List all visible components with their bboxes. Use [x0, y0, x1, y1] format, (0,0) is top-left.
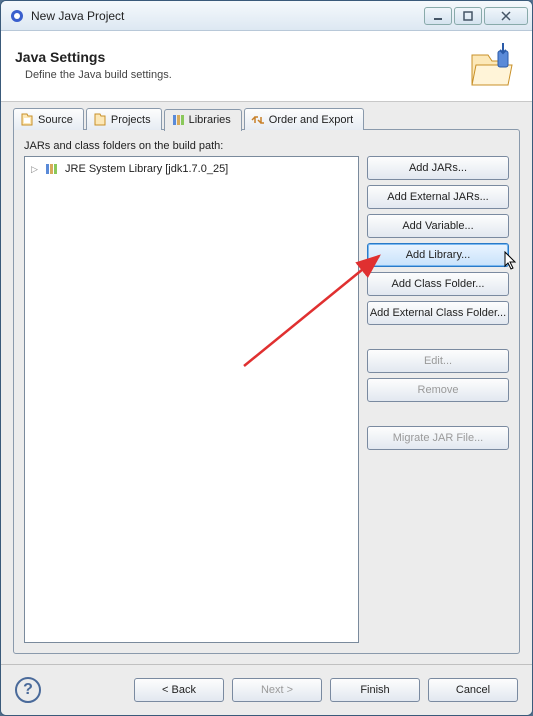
expand-arrow-icon[interactable]: ▷	[31, 164, 41, 175]
close-button[interactable]	[484, 7, 528, 25]
add-external-class-folder-button[interactable]: Add External Class Folder...	[367, 301, 509, 325]
tab-label: Order and Export	[269, 114, 353, 126]
libraries-icon	[171, 113, 185, 127]
tab-projects[interactable]: Projects	[86, 108, 162, 130]
finish-button[interactable]: Finish	[330, 678, 420, 702]
migrate-jar-button: Migrate JAR File...	[367, 426, 509, 450]
cancel-button[interactable]: Cancel	[428, 678, 518, 702]
titlebar[interactable]: New Java Project	[1, 1, 532, 31]
tab-order-export[interactable]: Order and Export	[244, 108, 364, 130]
tree-item-label: JRE System Library [jdk1.7.0_25]	[65, 163, 228, 175]
add-jars-button[interactable]: Add JARs...	[367, 156, 509, 180]
dialog-header: Java Settings Define the Java build sett…	[1, 31, 532, 102]
app-icon	[9, 8, 25, 24]
tab-panel-libraries: JARs and class folders on the build path…	[13, 129, 520, 654]
tab-label: Libraries	[189, 114, 231, 126]
window-title: New Java Project	[31, 9, 422, 23]
button-column: Add JARs... Add External JARs... Add Var…	[367, 156, 509, 643]
order-icon	[251, 113, 265, 127]
back-button[interactable]: < Back	[134, 678, 224, 702]
dialog-footer: ? < Back Next > Finish Cancel	[1, 664, 532, 715]
wizard-icon	[468, 41, 518, 89]
tab-label: Projects	[111, 114, 151, 126]
projects-icon	[93, 113, 107, 127]
tab-source[interactable]: Source	[13, 108, 84, 130]
library-icon	[45, 162, 61, 176]
maximize-button[interactable]	[454, 7, 482, 25]
next-button: Next >	[232, 678, 322, 702]
buildpath-tree[interactable]: ▷ JRE System Library [jdk1.7.0_25]	[24, 156, 359, 643]
buildpath-row: ▷ JRE System Library [jdk1.7.0_25] Add J…	[24, 156, 509, 643]
add-variable-button[interactable]: Add Variable...	[367, 214, 509, 238]
source-icon	[20, 113, 34, 127]
dialog-window: New Java Project Java Settings Define th…	[0, 0, 533, 716]
add-class-folder-button[interactable]: Add Class Folder...	[367, 272, 509, 296]
remove-button: Remove	[367, 378, 509, 402]
tab-libraries[interactable]: Libraries	[164, 109, 242, 131]
minimize-button[interactable]	[424, 7, 452, 25]
help-button[interactable]: ?	[15, 677, 41, 703]
add-library-button[interactable]: Add Library...	[367, 243, 509, 267]
add-external-jars-button[interactable]: Add External JARs...	[367, 185, 509, 209]
buildpath-label: JARs and class folders on the build path…	[24, 140, 509, 152]
tab-label: Source	[38, 114, 73, 126]
page-title: Java Settings	[15, 49, 468, 65]
page-subtitle: Define the Java build settings.	[15, 69, 468, 81]
header-text: Java Settings Define the Java build sett…	[15, 49, 468, 81]
tab-bar: Source Projects Libraries Order and Expo…	[13, 108, 520, 130]
tree-item-jre[interactable]: ▷ JRE System Library [jdk1.7.0_25]	[27, 161, 356, 177]
edit-button: Edit...	[367, 349, 509, 373]
footer-buttons: < Back Next > Finish Cancel	[134, 678, 518, 702]
content-area: Source Projects Libraries Order and Expo…	[1, 102, 532, 664]
